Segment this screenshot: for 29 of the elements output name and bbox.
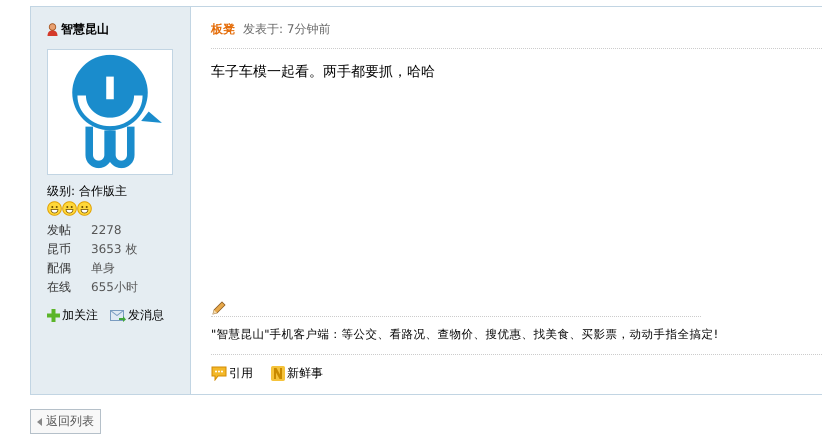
smiley-icon [62,201,77,216]
stat-label: 发帖 [47,222,72,238]
message-link[interactable]: 发消息 [110,307,164,324]
stat-value: 3653 枚 [91,241,138,257]
post-time: 发表于: 7分钟前 [243,21,330,38]
stat-label: 昆币 [47,241,72,257]
follow-link[interactable]: 加关注 [47,307,98,324]
user-icon [47,23,58,36]
caret-icon [37,418,42,426]
stat-value: 2278 [91,222,123,238]
n-letter-icon [271,366,285,381]
user-level: 级别: 合作版主 [47,183,128,200]
smiley-icon [47,201,62,216]
news-link[interactable]: 新鲜事 [271,365,323,382]
smiley-icon [77,201,92,216]
post-body: 车子车模一起看。两手都要抓，哈哈 [211,64,435,80]
envelope-icon [110,310,126,322]
pencil-icon [211,300,227,316]
signature: "智慧昆山"手机客户端：等公交、看路况、查物价、搜优惠、找美食、买影票，动动手指全搞定! [211,327,718,341]
stat-value: 655小时 [91,279,139,295]
speech-bubble-icon [211,366,227,381]
author-name[interactable]: 智慧昆山 [61,21,109,38]
stat-label: 配偶 [47,260,72,276]
stat-value: 单身 [91,260,116,276]
quote-link[interactable]: 引用 [211,365,253,382]
back-to-list-button[interactable]: 返回列表 [30,409,101,434]
plus-icon [47,309,60,322]
stat-label: 在线 [47,279,72,295]
floor-label: 板凳 [211,21,235,38]
